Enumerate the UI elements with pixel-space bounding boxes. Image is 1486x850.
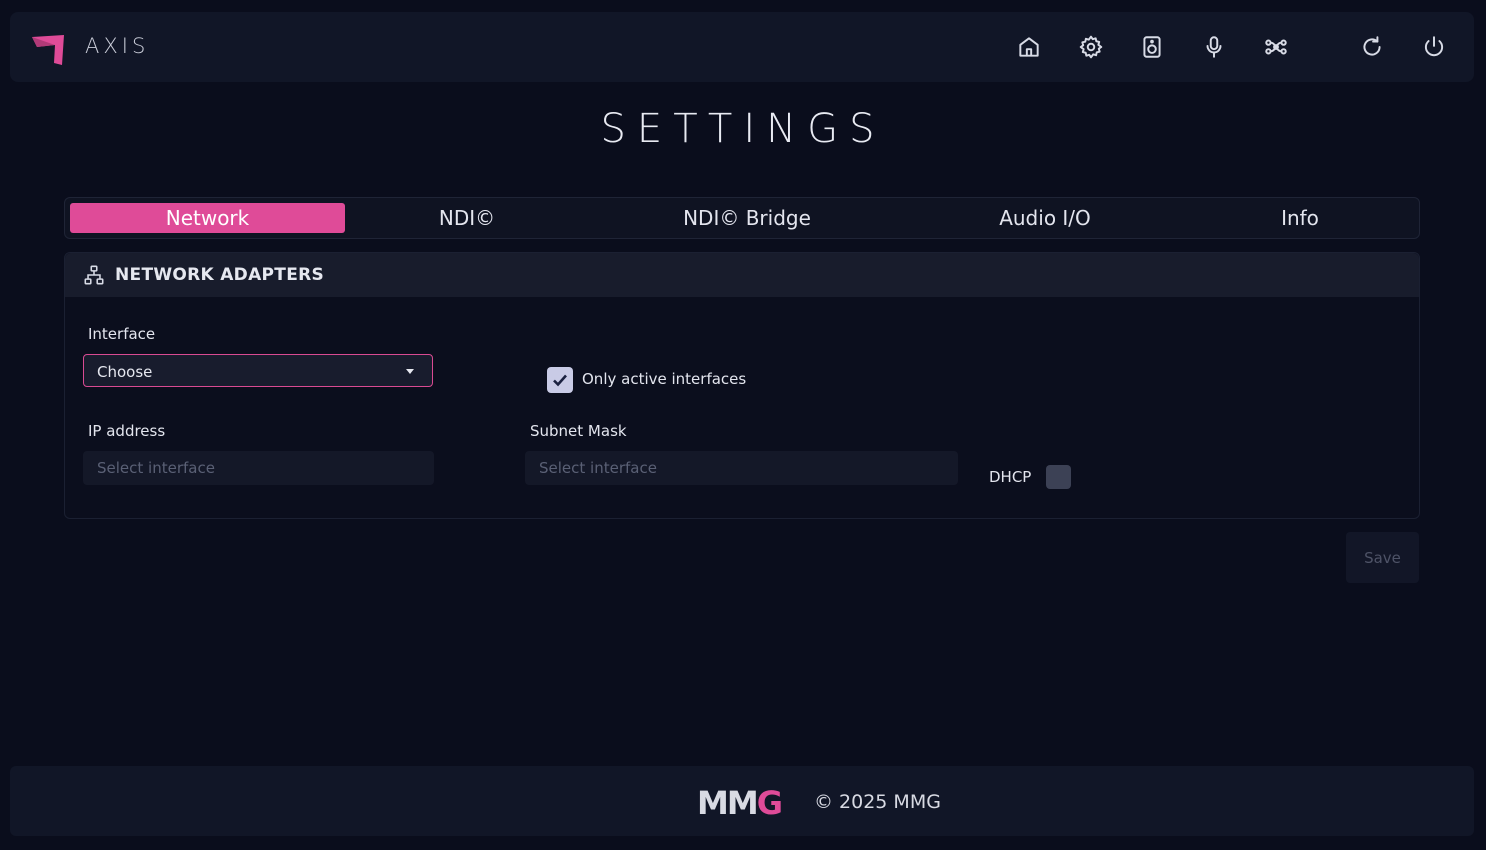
ip-address-label: IP address xyxy=(88,422,166,440)
interface-select-value: Choose xyxy=(97,363,153,381)
routing-icon xyxy=(1265,39,1287,55)
tab-ndi[interactable]: NDI© xyxy=(367,203,567,233)
power-button[interactable] xyxy=(1419,32,1449,62)
settings-button[interactable] xyxy=(1076,32,1106,62)
section-title: NETWORK ADAPTERS xyxy=(115,265,325,285)
settings-icon xyxy=(1079,35,1103,59)
tab-ndi-bridge[interactable]: NDI© Bridge xyxy=(627,203,867,233)
mmg-logo: MMG xyxy=(697,784,783,822)
app-brand: AXIS xyxy=(85,34,150,58)
checkmark-icon xyxy=(553,374,567,387)
page-title: SETTINGS xyxy=(600,106,886,152)
subnet-mask-input[interactable] xyxy=(525,451,958,485)
save-button[interactable]: Save xyxy=(1346,532,1419,583)
routing-button[interactable] xyxy=(1261,32,1291,62)
power-icon xyxy=(1424,36,1444,57)
caret-down-icon xyxy=(406,369,414,374)
microphone-icon xyxy=(1206,36,1222,58)
home-icon xyxy=(1019,37,1039,57)
only-active-checkbox[interactable] xyxy=(547,367,573,393)
refresh-button[interactable] xyxy=(1357,32,1387,62)
mmg-logo-accent: G xyxy=(756,784,783,822)
tab-network[interactable]: Network xyxy=(70,203,345,233)
dhcp-checkbox[interactable] xyxy=(1046,465,1071,489)
copyright-text: © 2025 MMG xyxy=(814,791,941,813)
microphone-button[interactable] xyxy=(1199,32,1229,62)
settings-tabs: Network NDI© NDI© Bridge Audio I/O Info xyxy=(64,197,1420,239)
tab-audio-io[interactable]: Audio I/O xyxy=(945,203,1145,233)
interface-label: Interface xyxy=(88,325,156,343)
speaker-icon xyxy=(1143,36,1161,58)
refresh-icon xyxy=(1363,36,1381,56)
footer: MMG © 2025 MMG xyxy=(10,766,1474,836)
mmg-logo-text: MM xyxy=(697,784,759,822)
top-bar: AXIS xyxy=(10,12,1474,82)
only-active-label: Only active interfaces xyxy=(582,370,747,388)
subnet-mask-label: Subnet Mask xyxy=(530,422,627,440)
ip-address-field xyxy=(83,451,434,485)
home-button[interactable] xyxy=(1014,32,1044,62)
dhcp-label: DHCP xyxy=(989,468,1032,486)
interface-select[interactable]: Choose xyxy=(83,354,433,387)
subnet-mask-field xyxy=(525,451,958,485)
tab-info[interactable]: Info xyxy=(1225,203,1375,233)
speaker-button[interactable] xyxy=(1137,32,1167,62)
axis-logo-icon xyxy=(32,35,64,65)
card-header: NETWORK ADAPTERS xyxy=(65,253,1419,297)
network-icon xyxy=(84,265,104,285)
ip-address-input[interactable] xyxy=(83,451,434,485)
